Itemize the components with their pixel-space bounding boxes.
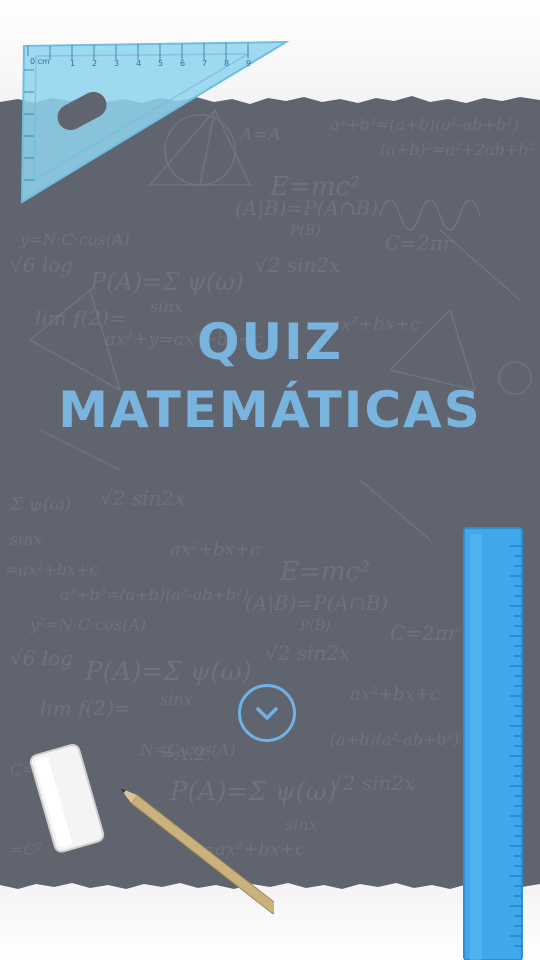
- page-title: QUIZ MATEMÁTICAS: [0, 308, 540, 444]
- svg-text:a³+b³=(a+b)(a²-ab+b²): a³+b³=(a+b)(a²-ab+b²): [330, 115, 519, 134]
- svg-text:√2 sin2x: √2 sin2x: [330, 771, 415, 795]
- svg-text:(a+b)(a²-ab+b²): (a+b)(a²-ab+b²): [330, 730, 459, 749]
- svg-text:Σ ψ(ω): Σ ψ(ω): [9, 494, 71, 515]
- svg-text:ax²+bx+c: ax²+bx+c: [170, 539, 260, 560]
- svg-text:√2 sin2x: √2 sin2x: [255, 253, 340, 277]
- quiz-splash-screen: A=A a³+b³=(a+b)(a²-ab+b²) (a+b)²=a²+2ab+…: [0, 0, 540, 960]
- svg-text:5: 5: [158, 59, 163, 68]
- svg-text:C=2πr: C=2πr: [390, 621, 459, 645]
- scroll-down-button[interactable]: [238, 684, 296, 742]
- svg-text:1: 1: [70, 59, 75, 68]
- svg-text:sinx: sinx: [160, 690, 193, 709]
- svg-text:3: 3: [114, 59, 119, 68]
- svg-text:y=N·C·cos(A): y=N·C·cos(A): [19, 230, 130, 249]
- svg-text:0 cm: 0 cm: [30, 57, 50, 66]
- ruler-icon: [463, 527, 523, 960]
- title-line-2: MATEMÁTICAS: [58, 381, 482, 439]
- svg-text:7: 7: [202, 59, 207, 68]
- svg-text:C=2πr: C=2πr: [385, 231, 454, 255]
- svg-text:(a+b)²=a²+2ab+b²: (a+b)²=a²+2ab+b²: [380, 140, 535, 159]
- svg-text:√6 log: √6 log: [10, 646, 73, 670]
- svg-text:√2 sin2x: √2 sin2x: [100, 486, 185, 510]
- svg-text:2: 2: [92, 59, 97, 68]
- pencil-icon: [120, 788, 274, 915]
- svg-text:sinx: sinx: [10, 530, 43, 549]
- svg-text:P(B): P(B): [299, 618, 331, 634]
- svg-text:lim f(2)=: lim f(2)=: [40, 696, 131, 720]
- set-square-icon: 0 cm 1 2 3 4 5 6 7 8 9: [20, 40, 290, 204]
- svg-text:ax²+bx+c: ax²+bx+c: [350, 684, 440, 705]
- svg-text:6: 6: [180, 59, 185, 68]
- chevron-down-icon: [256, 707, 278, 720]
- svg-text:4: 4: [136, 59, 141, 68]
- svg-text:P(A)=Σ ψ(ω): P(A)=Σ ψ(ω): [89, 268, 244, 296]
- svg-text:sinx: sinx: [285, 815, 318, 834]
- svg-text:√6 log: √6 log: [10, 253, 73, 277]
- svg-text:y²=N·C·cos(A): y²=N·C·cos(A): [29, 615, 146, 634]
- svg-text:P(A)=Σ ψ(ω): P(A)=Σ ψ(ω): [84, 657, 252, 687]
- svg-text:P(B): P(B): [289, 223, 321, 239]
- svg-text:E=mc²: E=mc²: [279, 557, 370, 587]
- svg-text:(A|B)=P(A∩B): (A|B)=P(A∩B): [245, 591, 388, 616]
- eraser-icon: [29, 743, 105, 853]
- svg-text:√2 sin2x: √2 sin2x: [265, 641, 350, 665]
- svg-text:=ax²+bx+c: =ax²+bx+c: [5, 560, 98, 579]
- svg-text:9: 9: [246, 59, 251, 68]
- svg-text:8: 8: [224, 59, 229, 68]
- svg-text:N=C·cos(A): N=C·cos(A): [139, 740, 236, 759]
- svg-text:a³+b³=(a+b)(a²-ab+b²): a³+b³=(a+b)(a²-ab+b²): [60, 585, 249, 604]
- title-line-1: QUIZ: [197, 313, 343, 371]
